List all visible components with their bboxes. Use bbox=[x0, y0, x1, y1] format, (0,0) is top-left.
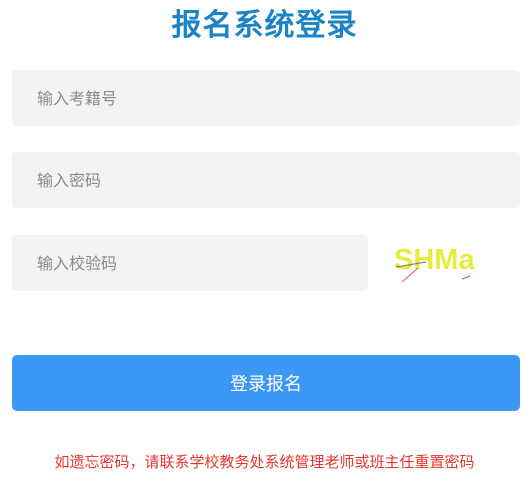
password-input[interactable] bbox=[12, 152, 520, 208]
captcha-image[interactable]: SHMa bbox=[388, 235, 498, 291]
captcha-noise-lines bbox=[395, 261, 471, 283]
login-submit-button[interactable]: 登录报名 bbox=[12, 355, 520, 411]
page-title: 报名系统登录 bbox=[171, 8, 358, 43]
password-reset-notice: 如遗忘密码，请联系学校教务处系统管理老师或班主任重置密码 bbox=[54, 453, 475, 471]
captcha-input[interactable] bbox=[12, 235, 368, 291]
exam-id-input[interactable] bbox=[12, 70, 520, 126]
